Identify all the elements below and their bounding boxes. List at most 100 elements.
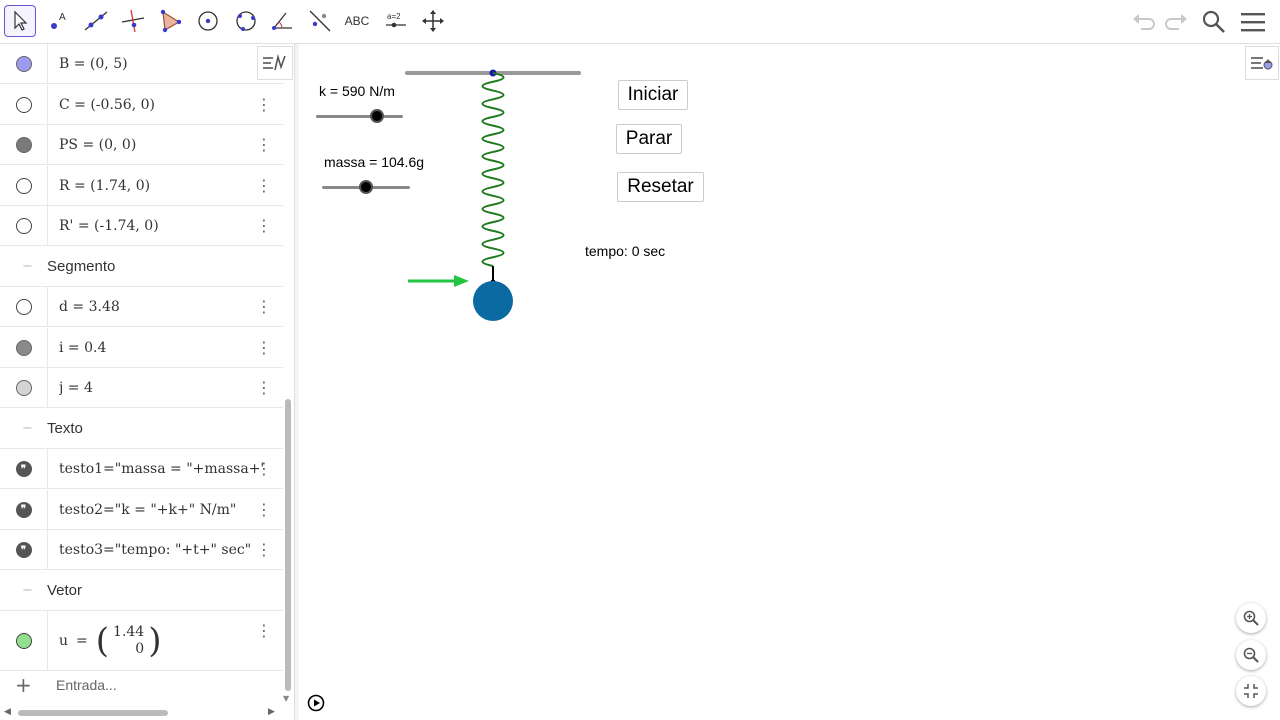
tool-slider[interactable]: a=2 <box>380 5 412 37</box>
collapse-icon[interactable]: − <box>22 259 34 274</box>
tool-circle-three[interactable] <box>230 5 262 37</box>
collapse-icon[interactable]: − <box>22 583 34 598</box>
stop-button[interactable]: Parar <box>616 124 682 154</box>
collapse-icon[interactable]: − <box>22 421 34 436</box>
algebra-expression[interactable]: i = 0.4 <box>59 328 106 368</box>
more-options-icon[interactable]: ⋮ <box>256 378 272 398</box>
group-title: Vetor <box>47 581 83 599</box>
text-visibility-icon[interactable]: ❞ <box>15 461 32 477</box>
add-icon[interactable]: + <box>15 673 32 697</box>
algebra-expression[interactable]: R' = (-1.74, 0) <box>59 206 159 246</box>
visibility-toggle[interactable] <box>15 56 32 72</box>
exit-fullscreen-icon <box>1244 684 1258 698</box>
algebra-row[interactable]: PS = (0, 0) ⋮ <box>0 125 283 165</box>
visibility-toggle[interactable] <box>15 177 32 194</box>
circle-center-point-icon <box>198 11 218 31</box>
tool-angle[interactable] <box>267 5 299 37</box>
more-options-icon[interactable]: ⋮ <box>256 297 272 317</box>
visibility-toggle[interactable] <box>15 633 32 649</box>
more-options-icon[interactable]: ⋮ <box>256 621 272 641</box>
algebra-row[interactable]: ❞ testo1="massa = "+massa+"g" ⋮ <box>0 449 283 489</box>
algebra-group-header[interactable]: − Texto <box>0 409 283 449</box>
algebra-row[interactable]: B = (0, 5)⋮ <box>0 44 283 84</box>
zoom-out-button[interactable] <box>1236 640 1266 670</box>
more-options-icon[interactable]: ⋮ <box>256 176 272 196</box>
vector-expression[interactable]: u = (1.44 0) <box>59 611 161 671</box>
marble-column <box>0 206 48 246</box>
algebra-row[interactable]: C = (-0.56, 0) ⋮ <box>0 84 283 125</box>
exit-fullscreen-button[interactable] <box>1236 676 1266 706</box>
vector-equals: = <box>76 633 88 649</box>
vertical-scrollbar[interactable] <box>285 399 291 691</box>
tool-perpendicular[interactable] <box>117 5 149 37</box>
algebra-expression[interactable]: testo2="k = "+k+" N/m" <box>59 490 236 530</box>
mass-bob[interactable] <box>473 281 513 321</box>
text-visibility-icon[interactable]: ❞ <box>15 542 32 558</box>
algebra-expression[interactable]: PS = (0, 0) <box>59 125 136 165</box>
more-options-icon[interactable]: ⋮ <box>256 540 272 560</box>
tool-polygon[interactable] <box>154 5 186 37</box>
graphics-view[interactable]: k = 590 N/m massa = 104.6g Iniciar Parar… <box>299 44 1280 720</box>
search-button[interactable] <box>1200 8 1228 36</box>
algebra-expression[interactable]: testo3="tempo: "+t+" sec" <box>59 530 251 570</box>
tool-move-view[interactable] <box>417 5 449 37</box>
algebra-expression[interactable]: R = (1.74, 0) <box>59 166 150 206</box>
more-options-icon[interactable]: ⋮ <box>256 500 272 520</box>
visibility-toggle[interactable] <box>15 218 32 234</box>
tool-line[interactable] <box>80 5 112 37</box>
start-button[interactable]: Iniciar <box>618 80 688 110</box>
algebra-group-header[interactable]: − Segmento <box>0 247 283 287</box>
algebra-row[interactable]: d = 3.48 ⋮ <box>0 287 283 327</box>
visibility-toggle[interactable] <box>15 137 32 153</box>
reset-button[interactable]: Resetar <box>617 172 704 202</box>
visibility-toggle[interactable] <box>15 299 32 315</box>
graphics-style-bar-button[interactable] <box>1245 46 1279 80</box>
more-options-icon[interactable]: ⋮ <box>256 135 272 155</box>
algebra-row[interactable]: ❞ testo2="k = "+k+" N/m" ⋮ <box>0 489 283 530</box>
zoom-in-button[interactable] <box>1236 603 1266 633</box>
more-options-icon[interactable]: ⋮ <box>256 95 272 115</box>
slider-icon: a=2 <box>386 12 406 28</box>
visibility-toggle[interactable] <box>15 380 32 396</box>
algebra-row[interactable]: j = 4 ⋮ <box>0 368 283 408</box>
tool-text[interactable]: ABC <box>341 5 373 37</box>
zoom-out-icon <box>1243 647 1259 663</box>
algebra-expression[interactable]: B = (0, 5) <box>59 44 128 84</box>
undo-icon <box>1133 14 1155 30</box>
visibility-toggle[interactable] <box>15 339 32 356</box>
k-slider-track[interactable] <box>316 115 403 118</box>
tool-point[interactable]: A <box>43 5 75 37</box>
algebra-row[interactable]: u = (1.44 0) ⋮ <box>0 611 283 671</box>
horizontal-scrollbar[interactable] <box>18 710 168 716</box>
redo-button[interactable] <box>1162 8 1190 36</box>
mass-slider-knob[interactable] <box>359 180 373 194</box>
algebra-group-header[interactable]: − Vetor <box>0 571 283 611</box>
play-animation-icon[interactable] <box>307 694 325 712</box>
scroll-left-arrow-icon[interactable]: ◀ <box>4 707 11 717</box>
algebra-row[interactable]: R = (1.74, 0) ⋮ <box>0 165 283 206</box>
algebra-row[interactable]: ❞ testo3="tempo: "+t+" sec" ⋮ <box>0 530 283 570</box>
scroll-down-arrow-icon[interactable]: ▼ <box>283 694 289 703</box>
perpendicular-line-icon <box>121 9 145 33</box>
algebra-expression[interactable]: testo1="massa = "+massa+"g" <box>59 449 264 489</box>
algebra-view-style-button[interactable] <box>257 46 293 80</box>
algebra-row[interactable]: R' = (-1.74, 0) ⋮ <box>0 206 283 246</box>
tool-circle-center[interactable] <box>192 5 224 37</box>
undo-button[interactable] <box>1130 8 1158 36</box>
algebra-expression[interactable]: C = (-0.56, 0) <box>59 85 155 125</box>
visibility-toggle[interactable] <box>15 96 32 113</box>
tool-move[interactable] <box>4 5 36 37</box>
more-options-icon[interactable]: ⋮ <box>256 216 272 236</box>
scroll-right-arrow-icon[interactable]: ▶ <box>268 707 275 717</box>
more-options-icon[interactable]: ⋮ <box>256 459 272 479</box>
more-options-icon[interactable]: ⋮ <box>256 338 272 358</box>
algebra-expression[interactable]: j = 4 <box>59 368 93 408</box>
algebra-input[interactable] <box>56 673 276 697</box>
algebra-row[interactable]: i = 0.4 ⋮ <box>0 327 283 368</box>
tool-reflect[interactable] <box>304 5 336 37</box>
k-slider-knob[interactable] <box>369 109 384 123</box>
algebra-expression[interactable]: d = 3.48 <box>59 287 120 327</box>
line-icon <box>84 11 108 31</box>
text-visibility-icon[interactable]: ❞ <box>15 501 32 518</box>
main-menu-button[interactable] <box>1239 8 1267 36</box>
